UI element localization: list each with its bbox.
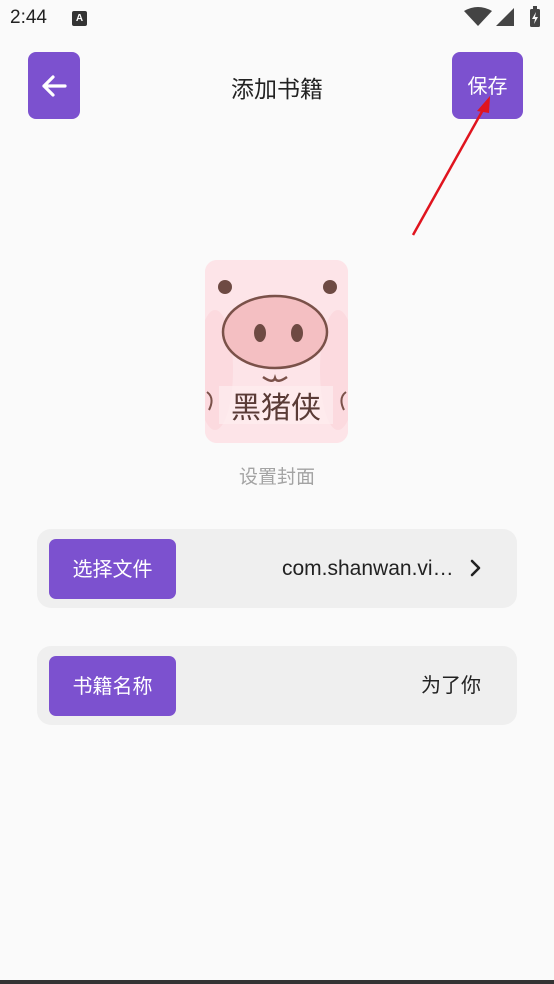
file-row[interactable]: 选择文件 com.shanwan.vi… (37, 529, 517, 608)
pig-illustration: 黑猪侠 (205, 260, 348, 443)
annotation-arrow (411, 96, 490, 236)
book-name-value[interactable]: 为了你 (421, 646, 481, 725)
cover-image[interactable]: 黑猪侠 (205, 260, 348, 443)
file-value: com.shanwan.vi… (282, 557, 454, 580)
select-file-button[interactable]: 选择文件 (49, 539, 176, 599)
name-row: 书籍名称 为了你 (37, 646, 517, 725)
book-name-button[interactable]: 书籍名称 (49, 656, 176, 716)
cover-label[interactable]: 设置封面 (0, 462, 554, 489)
chevron-right-icon (470, 559, 481, 577)
cover-image-text: 黑猪侠 (231, 391, 321, 426)
navigation-bar (0, 980, 554, 984)
